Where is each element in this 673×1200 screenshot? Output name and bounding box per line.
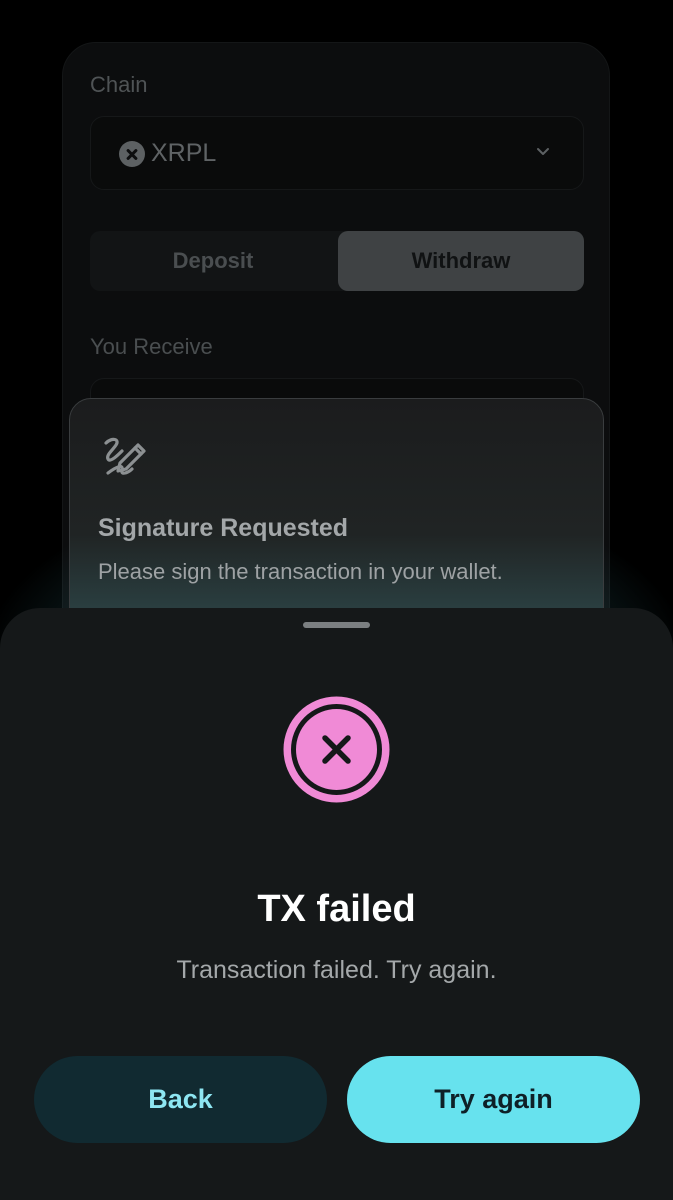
- receive-label: You Receive: [90, 334, 213, 359]
- deposit-withdraw-toggle: Deposit Withdraw: [90, 231, 584, 291]
- back-button[interactable]: Back: [34, 1056, 327, 1143]
- tab-deposit[interactable]: Deposit: [90, 231, 336, 291]
- tx-failed-sheet: TX failed Transaction failed. Try again.…: [0, 608, 673, 1200]
- sheet-message: Transaction failed. Try again.: [176, 956, 497, 984]
- chain-select[interactable]: XRPL: [90, 116, 584, 190]
- signature-subtitle: Please sign the transaction in your wall…: [98, 559, 503, 584]
- chain-name: XRPL: [151, 139, 217, 167]
- signature-pen-icon: [104, 437, 146, 475]
- chevron-down-icon: [537, 148, 549, 155]
- signature-title: Signature Requested: [98, 514, 349, 542]
- sheet-title: TX failed: [257, 888, 416, 930]
- screen: Chain XRPL Deposit Withdraw You Receive …: [0, 0, 673, 1200]
- sheet-drag-handle[interactable]: [303, 622, 370, 628]
- close-circle-icon: [283, 696, 390, 803]
- xrpl-logo-icon: [119, 141, 145, 167]
- try-again-button[interactable]: Try again: [347, 1056, 640, 1143]
- chain-label: Chain: [90, 72, 148, 97]
- tab-withdraw[interactable]: Withdraw: [338, 231, 584, 291]
